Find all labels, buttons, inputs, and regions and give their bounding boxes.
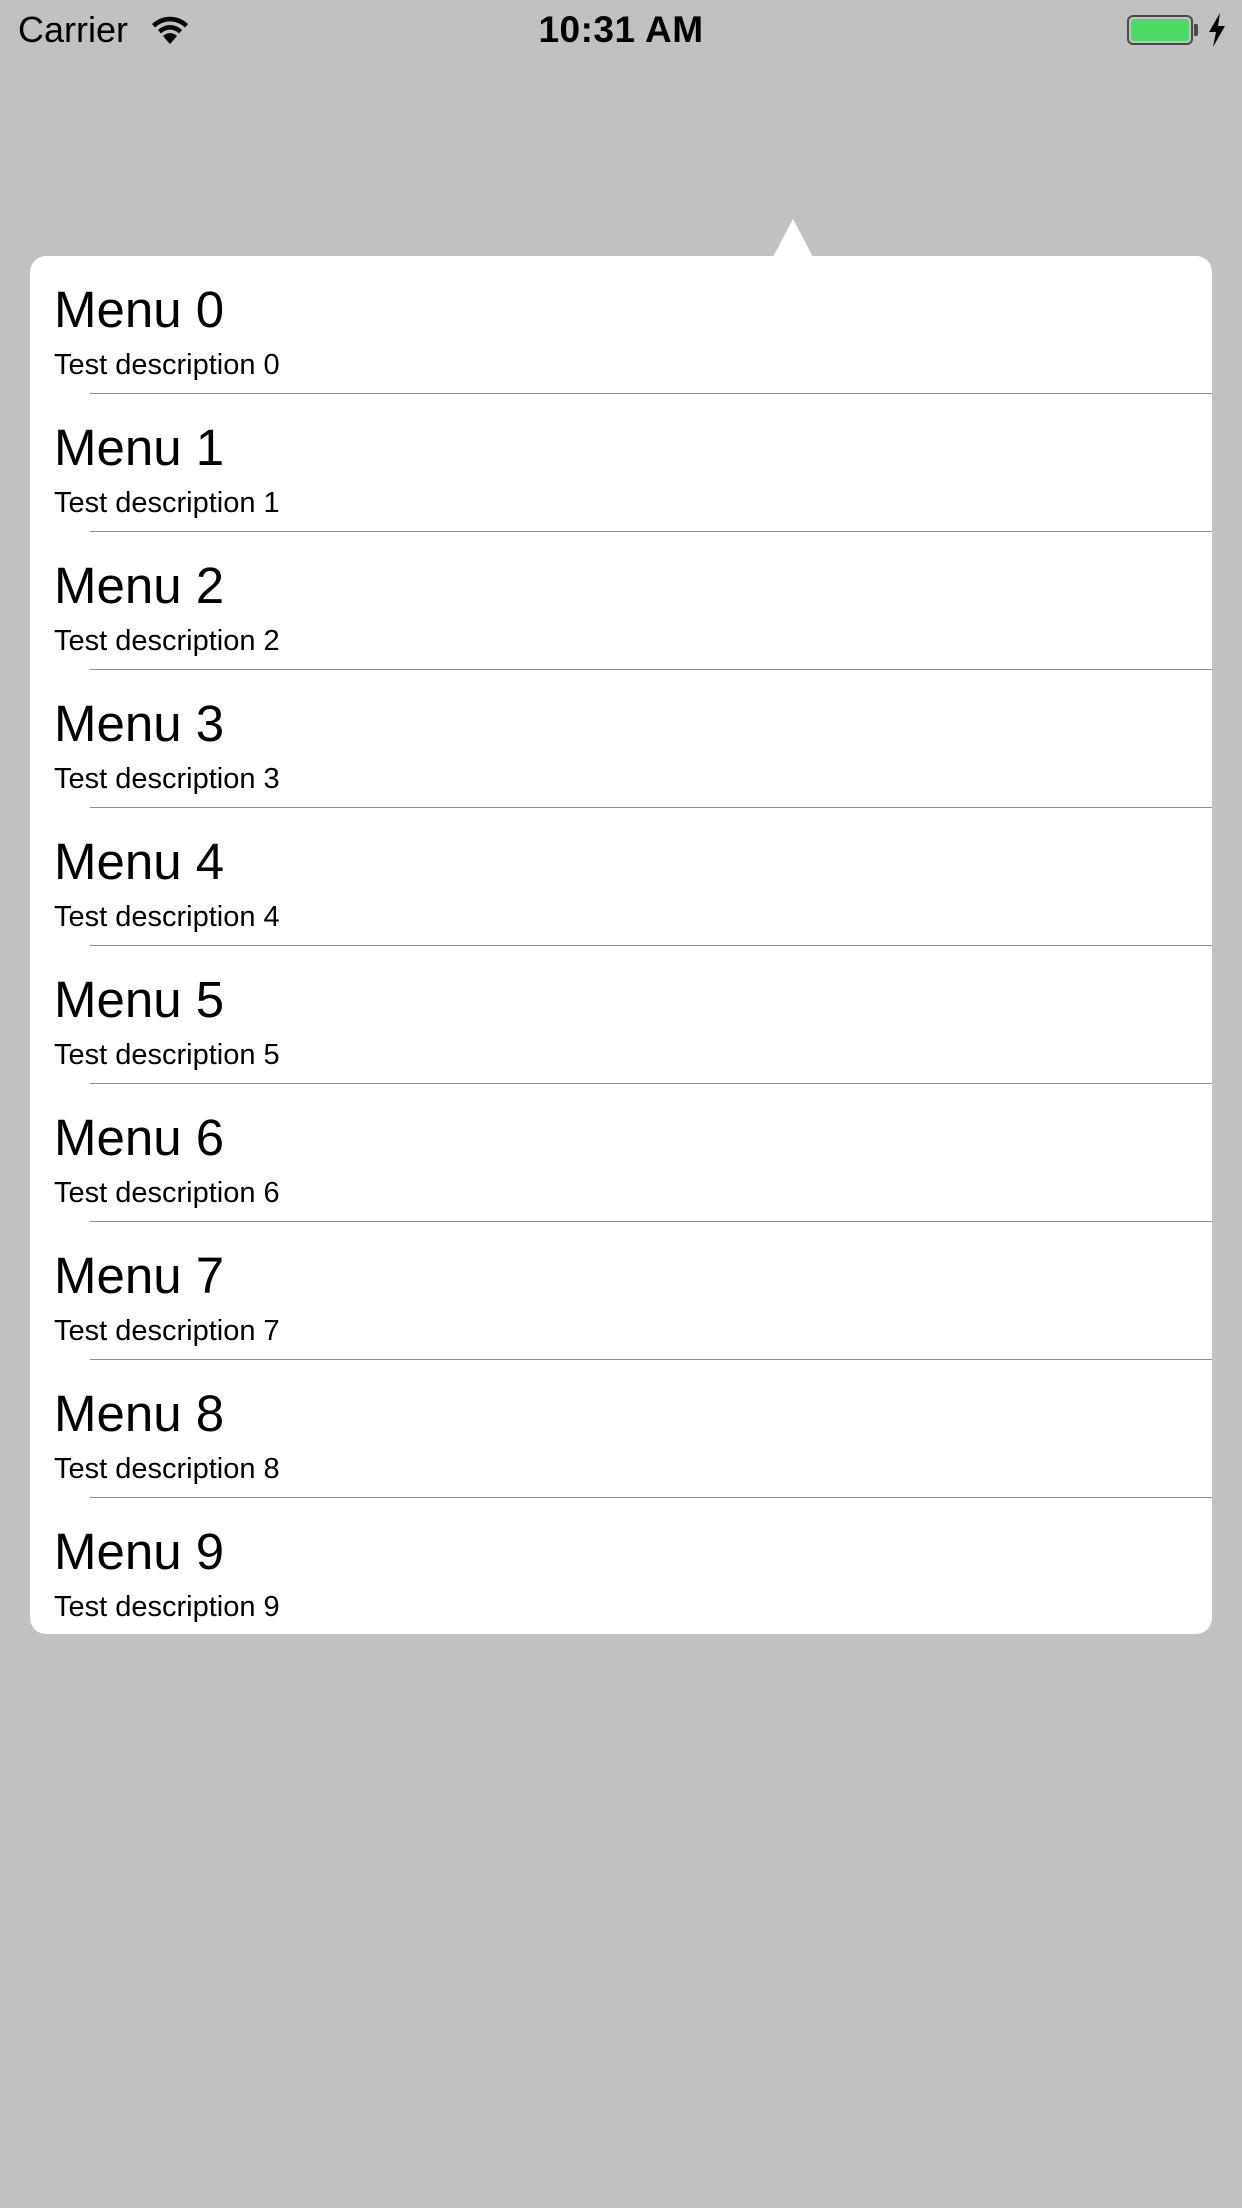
menu-item-5[interactable]: Menu 5 Test description 5: [30, 946, 1212, 1084]
menu-item-title: Menu 5: [54, 971, 225, 1028]
menu-item-description: Test description 1: [54, 487, 280, 519]
menu-item-1[interactable]: Menu 1 Test description 1: [30, 394, 1212, 532]
menu-item-2[interactable]: Menu 2 Test description 2: [30, 532, 1212, 670]
status-bar: Carrier 10:31 AM: [0, 0, 1242, 60]
menu-item-description: Test description 8: [54, 1453, 280, 1485]
screen: Carrier 10:31 AM Menu 0 Test description …: [0, 0, 1242, 2208]
menu-item-0[interactable]: Menu 0 Test description 0: [30, 256, 1212, 394]
menu-item-description: Test description 4: [54, 901, 280, 933]
menu-item-title: Menu 0: [54, 281, 225, 338]
popover-menu: Menu 0 Test description 0 Menu 1 Test descr…: [30, 256, 1212, 1634]
menu-item-title: Menu 1: [54, 419, 225, 476]
menu-item-7[interactable]: Menu 7 Test description 7: [30, 1222, 1212, 1360]
menu-item-9[interactable]: Menu 9 Test description 9: [30, 1498, 1212, 1634]
menu-item-description: Test description 7: [54, 1315, 280, 1347]
menu-item-4[interactable]: Menu 4 Test description 4: [30, 808, 1212, 946]
menu-item-3[interactable]: Menu 3 Test description 3: [30, 670, 1212, 808]
battery-icon: [1127, 15, 1193, 45]
menu-item-8[interactable]: Menu 8 Test description 8: [30, 1360, 1212, 1498]
popover-arrow: [773, 219, 813, 257]
menu-item-title: Menu 2: [54, 557, 225, 614]
menu-item-description: Test description 9: [54, 1591, 280, 1623]
menu-item-description: Test description 5: [54, 1039, 280, 1071]
menu-item-title: Menu 4: [54, 833, 225, 890]
status-time: 10:31 AM: [538, 9, 704, 50]
menu-item-description: Test description 6: [54, 1177, 280, 1209]
menu-item-title: Menu 3: [54, 695, 225, 752]
menu-item-title: Menu 9: [54, 1523, 225, 1580]
menu-item-title: Menu 8: [54, 1385, 225, 1442]
menu-item-6[interactable]: Menu 6 Test description 6: [30, 1084, 1212, 1222]
menu-item-description: Test description 3: [54, 763, 280, 795]
menu-item-title: Menu 7: [54, 1247, 225, 1304]
battery-tip: [1194, 24, 1198, 36]
lightning-bolt-icon: [1206, 12, 1228, 48]
menu-item-description: Test description 2: [54, 625, 280, 657]
battery-level-fill: [1131, 19, 1189, 41]
menu-item-title: Menu 6: [54, 1109, 225, 1166]
menu-item-description: Test description 0: [54, 349, 280, 381]
